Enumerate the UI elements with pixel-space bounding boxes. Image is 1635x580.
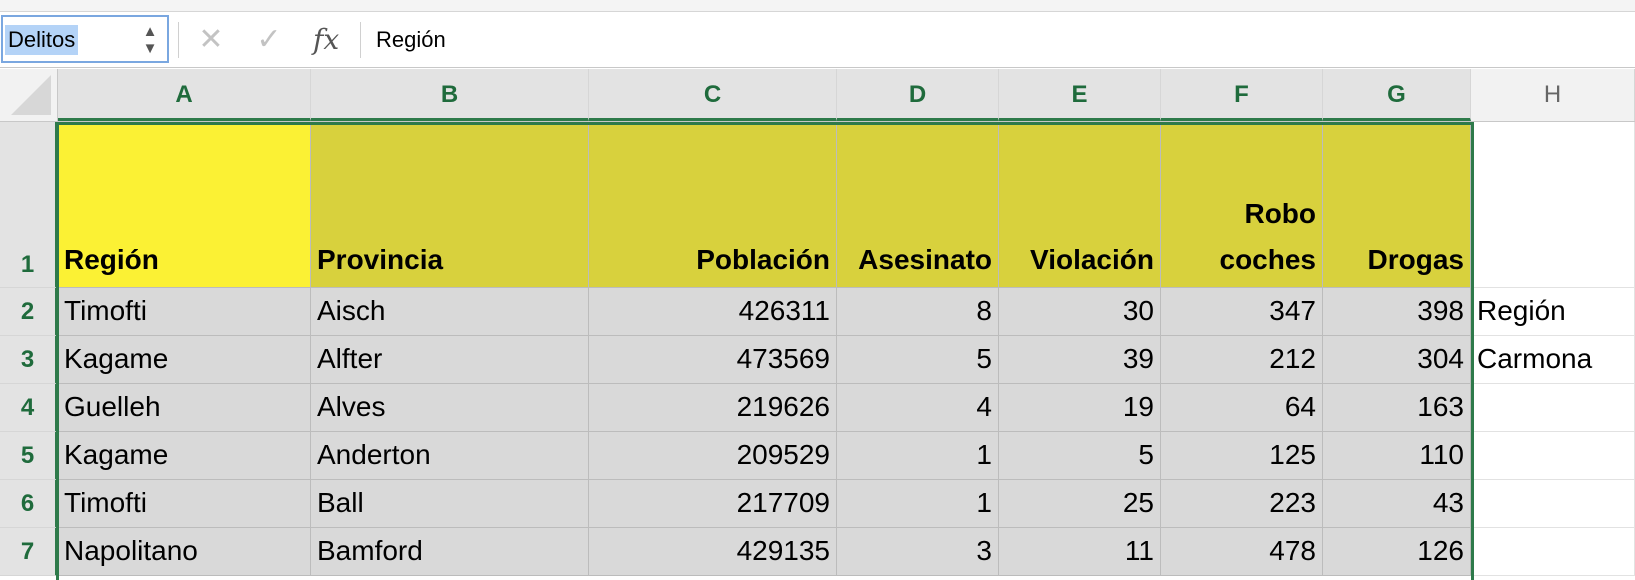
- stepper-down-icon[interactable]: ▼: [141, 40, 159, 57]
- cell-poblacion[interactable]: 429135: [589, 528, 837, 576]
- row-header-1[interactable]: 1: [0, 122, 58, 288]
- cell-violacion[interactable]: 19: [999, 384, 1161, 432]
- cell-robo[interactable]: 223: [1161, 480, 1323, 528]
- row-header-4[interactable]: 4: [0, 384, 58, 432]
- cell-provincia[interactable]: Alfter: [311, 336, 589, 384]
- column-header-b[interactable]: B: [311, 69, 589, 121]
- formula-content[interactable]: Región: [376, 24, 446, 56]
- header-poblacion-label: Población: [696, 244, 830, 275]
- cell-h[interactable]: Carmona: [1471, 336, 1635, 384]
- cell-robo[interactable]: 125: [1161, 432, 1323, 480]
- header-cell-asesinato[interactable]: Asesinato: [837, 122, 999, 288]
- header-cell-poblacion[interactable]: Población: [589, 122, 837, 288]
- cell-asesinato[interactable]: 8: [837, 288, 999, 336]
- cell-drogas[interactable]: 304: [1323, 336, 1471, 384]
- row-header-5[interactable]: 5: [0, 432, 58, 480]
- cell-drogas[interactable]: 163: [1323, 384, 1471, 432]
- cell-provincia[interactable]: Bamford: [311, 528, 589, 576]
- column-header-e[interactable]: E: [999, 69, 1161, 121]
- cell-violacion[interactable]: 30: [999, 288, 1161, 336]
- cell-violacion[interactable]: 39: [999, 336, 1161, 384]
- cell-h1[interactable]: [1471, 122, 1635, 288]
- cell-robo[interactable]: 212: [1161, 336, 1323, 384]
- select-all-icon: [11, 75, 51, 115]
- cell-provincia[interactable]: Alves: [311, 384, 589, 432]
- header-region-label: Región: [64, 244, 159, 275]
- header-coches-label: coches: [1219, 244, 1317, 275]
- cell-h[interactable]: [1471, 480, 1635, 528]
- column-header-d[interactable]: D: [837, 69, 999, 121]
- enter-icon[interactable]: ✓: [251, 22, 287, 58]
- cell-violacion[interactable]: 11: [999, 528, 1161, 576]
- cell-asesinato[interactable]: 1: [837, 480, 999, 528]
- header-drogas-label: Drogas: [1367, 244, 1464, 275]
- header-provincia-label: Provincia: [317, 244, 444, 275]
- column-header-row: A B C D E F G H: [0, 69, 1635, 122]
- cancel-icon[interactable]: ✕: [193, 22, 229, 58]
- formula-bar-separator: [178, 22, 179, 58]
- cell-region[interactable]: Napolitano: [58, 528, 311, 576]
- name-box-stepper-icon[interactable]: ▲ ▼: [141, 23, 159, 57]
- name-box[interactable]: Delitos ▲ ▼: [1, 15, 169, 63]
- column-header-c[interactable]: C: [589, 69, 837, 121]
- cell-asesinato[interactable]: 5: [837, 336, 999, 384]
- cell-provincia[interactable]: Aisch: [311, 288, 589, 336]
- cell-poblacion[interactable]: 217709: [589, 480, 837, 528]
- row-header-7[interactable]: 7: [0, 528, 58, 576]
- cell-violacion[interactable]: 25: [999, 480, 1161, 528]
- select-all-corner[interactable]: [0, 69, 58, 121]
- name-box-value[interactable]: Delitos: [5, 25, 79, 55]
- cell-region[interactable]: Guelleh: [58, 384, 311, 432]
- row-header-2[interactable]: 2: [0, 288, 58, 336]
- formula-bar: Delitos ▲ ▼ ✕ ✓ fx Región: [0, 12, 1635, 68]
- cell-poblacion[interactable]: 209529: [589, 432, 837, 480]
- cell-region[interactable]: Timofti: [58, 480, 311, 528]
- cell-region[interactable]: Kagame: [58, 336, 311, 384]
- cell-drogas[interactable]: 126: [1323, 528, 1471, 576]
- cell-region[interactable]: Kagame: [58, 432, 311, 480]
- cell-drogas[interactable]: 43: [1323, 480, 1471, 528]
- header-violacion-label: Violación: [1030, 244, 1154, 275]
- cell-drogas[interactable]: 398: [1323, 288, 1471, 336]
- cell-provincia[interactable]: Ball: [311, 480, 589, 528]
- header-robo-label: Robo: [1244, 198, 1316, 229]
- cell-h[interactable]: [1471, 384, 1635, 432]
- header-cell-provincia[interactable]: Provincia: [311, 122, 589, 288]
- row-header-3[interactable]: 3: [0, 336, 58, 384]
- cell-h[interactable]: [1471, 528, 1635, 576]
- column-header-g[interactable]: G: [1323, 69, 1471, 121]
- ribbon-strip: [0, 0, 1635, 12]
- cell-robo[interactable]: 64: [1161, 384, 1323, 432]
- cell-poblacion[interactable]: 219626: [589, 384, 837, 432]
- formula-bar-separator: [360, 22, 361, 58]
- cell-h[interactable]: [1471, 432, 1635, 480]
- cell-drogas[interactable]: 110: [1323, 432, 1471, 480]
- cell-asesinato[interactable]: 4: [837, 384, 999, 432]
- column-header-f[interactable]: F: [1161, 69, 1323, 121]
- column-header-h[interactable]: H: [1471, 69, 1635, 121]
- cell-region[interactable]: Timofti: [58, 288, 311, 336]
- column-header-a[interactable]: A: [58, 69, 311, 121]
- header-cell-region[interactable]: Región: [58, 122, 311, 288]
- cell-asesinato[interactable]: 1: [837, 432, 999, 480]
- header-cell-robo-coches[interactable]: Robo coches: [1161, 122, 1323, 288]
- cell-robo[interactable]: 478: [1161, 528, 1323, 576]
- stepper-up-icon[interactable]: ▲: [141, 23, 159, 40]
- insert-function-icon[interactable]: fx: [313, 22, 339, 58]
- cell-violacion[interactable]: 5: [999, 432, 1161, 480]
- cell-provincia[interactable]: Anderton: [311, 432, 589, 480]
- cell-h[interactable]: Región: [1471, 288, 1635, 336]
- cell-asesinato[interactable]: 3: [837, 528, 999, 576]
- header-cell-violacion[interactable]: Violación: [999, 122, 1161, 288]
- header-cell-drogas[interactable]: Drogas: [1323, 122, 1471, 288]
- cell-poblacion[interactable]: 426311: [589, 288, 837, 336]
- header-asesinato-label: Asesinato: [858, 244, 992, 275]
- cell-poblacion[interactable]: 473569: [589, 336, 837, 384]
- row-header-6[interactable]: 6: [0, 480, 58, 528]
- cell-robo[interactable]: 347: [1161, 288, 1323, 336]
